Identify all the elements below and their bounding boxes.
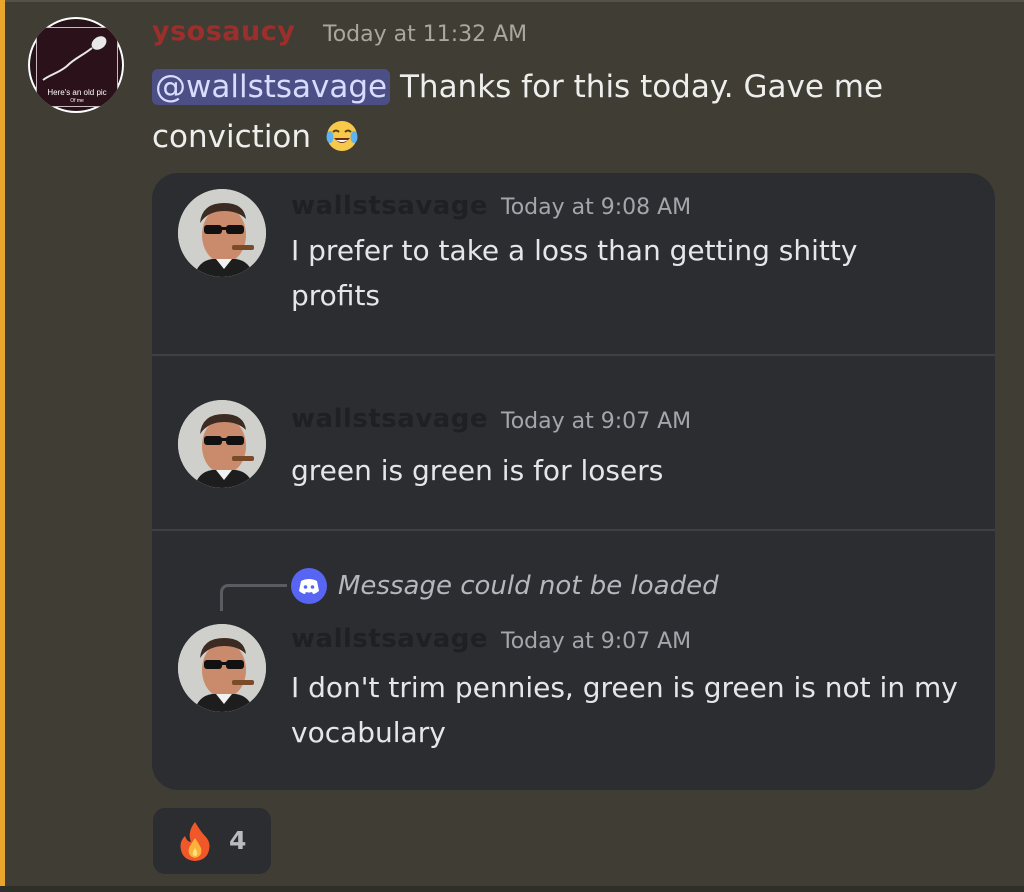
quoted-author-name[interactable]: wallstsavage [291,624,488,654]
quoted-text: green is green is for losers [291,448,991,493]
quoted-messages-embed: wallstsavage Today at 9:08 AM I prefer t… [152,173,995,790]
quoted-timestamp: Today at 9:07 AM [501,409,692,434]
quoted-text: I don't trim pennies, green is green is … [291,665,991,755]
quoted-text-line1: I prefer to take a loss than getting shi… [291,234,858,267]
quote-divider [152,529,995,531]
reply-connector [220,584,287,611]
quoted-timestamp: Today at 9:07 AM [501,629,692,654]
quoted-author-avatar[interactable] [178,189,266,277]
user-mention[interactable]: @wallstsavage [152,69,391,105]
author-name[interactable]: ysosaucy [152,16,295,47]
fire-icon [175,820,215,862]
quoted-text-line1: green is green is for losers [291,454,664,487]
quoted-author-name[interactable]: wallstsavage [291,404,488,434]
discord-icon [291,568,327,604]
author-avatar[interactable]: Here's an old pic Of me [28,17,124,113]
quoted-text-line1: I don't trim pennies, green is green is … [291,671,958,704]
message-timestamp: Today at 11:32 AM [323,22,528,47]
quoted-author-name[interactable]: wallstsavage [291,191,488,221]
bottom-divider [0,886,1024,892]
quote-divider [152,354,995,356]
quoted-timestamp: Today at 9:08 AM [501,195,692,220]
quoted-text-line2: profits [291,279,381,312]
reaction-button[interactable]: 4 [153,808,271,874]
avatar-caption: Here's an old pic [47,88,107,97]
quoted-author-avatar[interactable] [178,400,266,488]
quoted-text: I prefer to take a loss than getting shi… [291,228,991,318]
chat-view: Here's an old pic Of me ysosaucy Today a… [0,0,1024,892]
message-content: @wallstsavage Thanks for this today. Gav… [152,62,992,162]
avatar-subcaption: Of me [70,98,84,104]
reply-notice[interactable]: Message could not be loaded [338,571,719,601]
joy-emoji-icon [325,118,359,152]
message-text-line1: Thanks for this today. Gave me [390,69,884,105]
top-divider [0,0,1024,2]
quoted-text-line2: vocabulary [291,716,446,749]
sperm-icon [42,36,107,81]
reaction-count: 4 [229,826,247,855]
message-text-line2: conviction [152,119,321,155]
quoted-author-avatar[interactable] [178,624,266,712]
highlight-bar [0,0,5,892]
